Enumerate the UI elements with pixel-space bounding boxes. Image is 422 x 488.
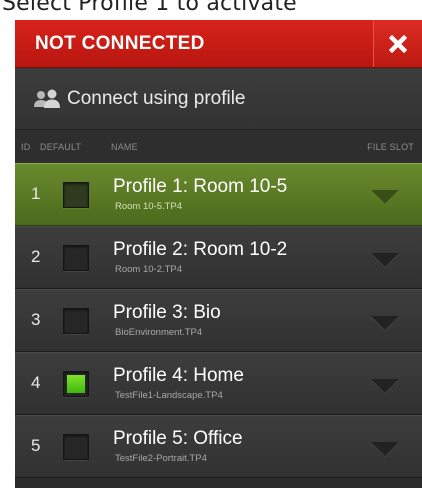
profile-name: Profile 4: Home	[113, 365, 244, 386]
profile-row[interactable]: 5 Profile 5: Office TestFile2-Portrait.T…	[15, 415, 422, 478]
close-icon	[389, 34, 407, 53]
profile-file: TestFile1-Landscape.TP4	[115, 390, 223, 401]
connection-panel: NOT CONNECTED Connect using profile ID D…	[15, 20, 422, 488]
default-checkbox[interactable]	[63, 308, 89, 334]
default-checkbox[interactable]	[63, 182, 89, 208]
profile-name: Profile 1: Room 10-5	[113, 176, 288, 197]
profile-row[interactable]: 3 Profile 3: Bio BioEnvironment.TP4	[15, 289, 422, 352]
profile-list: 1 Profile 1: Room 10-5 Room 10-5.TP4 2 P…	[15, 163, 422, 478]
file-slot-dropdown-icon[interactable]	[371, 379, 399, 393]
profile-file: Room 10-2.TP4	[115, 264, 183, 275]
default-checkbox[interactable]	[63, 371, 89, 397]
profile-id: 3	[31, 310, 41, 329]
default-checkbox[interactable]	[63, 434, 89, 460]
column-default: DEFAULT	[40, 141, 82, 152]
column-file-slot: FILE SLOT	[367, 141, 414, 152]
profile-name: Profile 2: Room 10-2	[113, 239, 288, 260]
profile-name: Profile 3: Bio	[113, 302, 221, 323]
file-slot-dropdown-icon[interactable]	[371, 316, 399, 330]
profile-id: 5	[31, 436, 41, 455]
profile-id: 2	[31, 247, 41, 266]
profile-row[interactable]: 1 Profile 1: Room 10-5 Room 10-5.TP4	[15, 163, 422, 226]
default-checkbox[interactable]	[63, 245, 89, 271]
close-button[interactable]	[373, 20, 422, 67]
profile-row[interactable]: 2 Profile 2: Room 10-2 Room 10-2.TP4	[15, 226, 422, 289]
status-bar: NOT CONNECTED	[15, 20, 422, 68]
users-icon	[34, 89, 60, 108]
file-slot-dropdown-icon[interactable]	[371, 190, 399, 204]
column-name: NAME	[111, 141, 138, 152]
connect-label: Connect using profile	[67, 87, 246, 109]
profile-file: Room 10-5.TP4	[115, 201, 183, 212]
instruction-caption: Select Profile 1 to activate	[2, 0, 297, 16]
file-slot-dropdown-icon[interactable]	[371, 442, 399, 456]
column-id: ID	[21, 141, 31, 152]
profile-id: 1	[31, 184, 41, 203]
profile-file: BioEnvironment.TP4	[115, 327, 203, 338]
connection-status: NOT CONNECTED	[35, 32, 205, 54]
profile-id: 4	[31, 373, 41, 392]
profile-row[interactable]: 4 Profile 4: Home TestFile1-Landscape.TP…	[15, 352, 422, 415]
profile-file: TestFile2-Portrait.TP4	[115, 453, 207, 464]
file-slot-dropdown-icon[interactable]	[371, 253, 399, 267]
connect-using-profile: Connect using profile	[15, 68, 422, 130]
column-headers: ID DEFAULT NAME FILE SLOT	[15, 130, 422, 163]
profile-name: Profile 5: Office	[113, 428, 243, 449]
